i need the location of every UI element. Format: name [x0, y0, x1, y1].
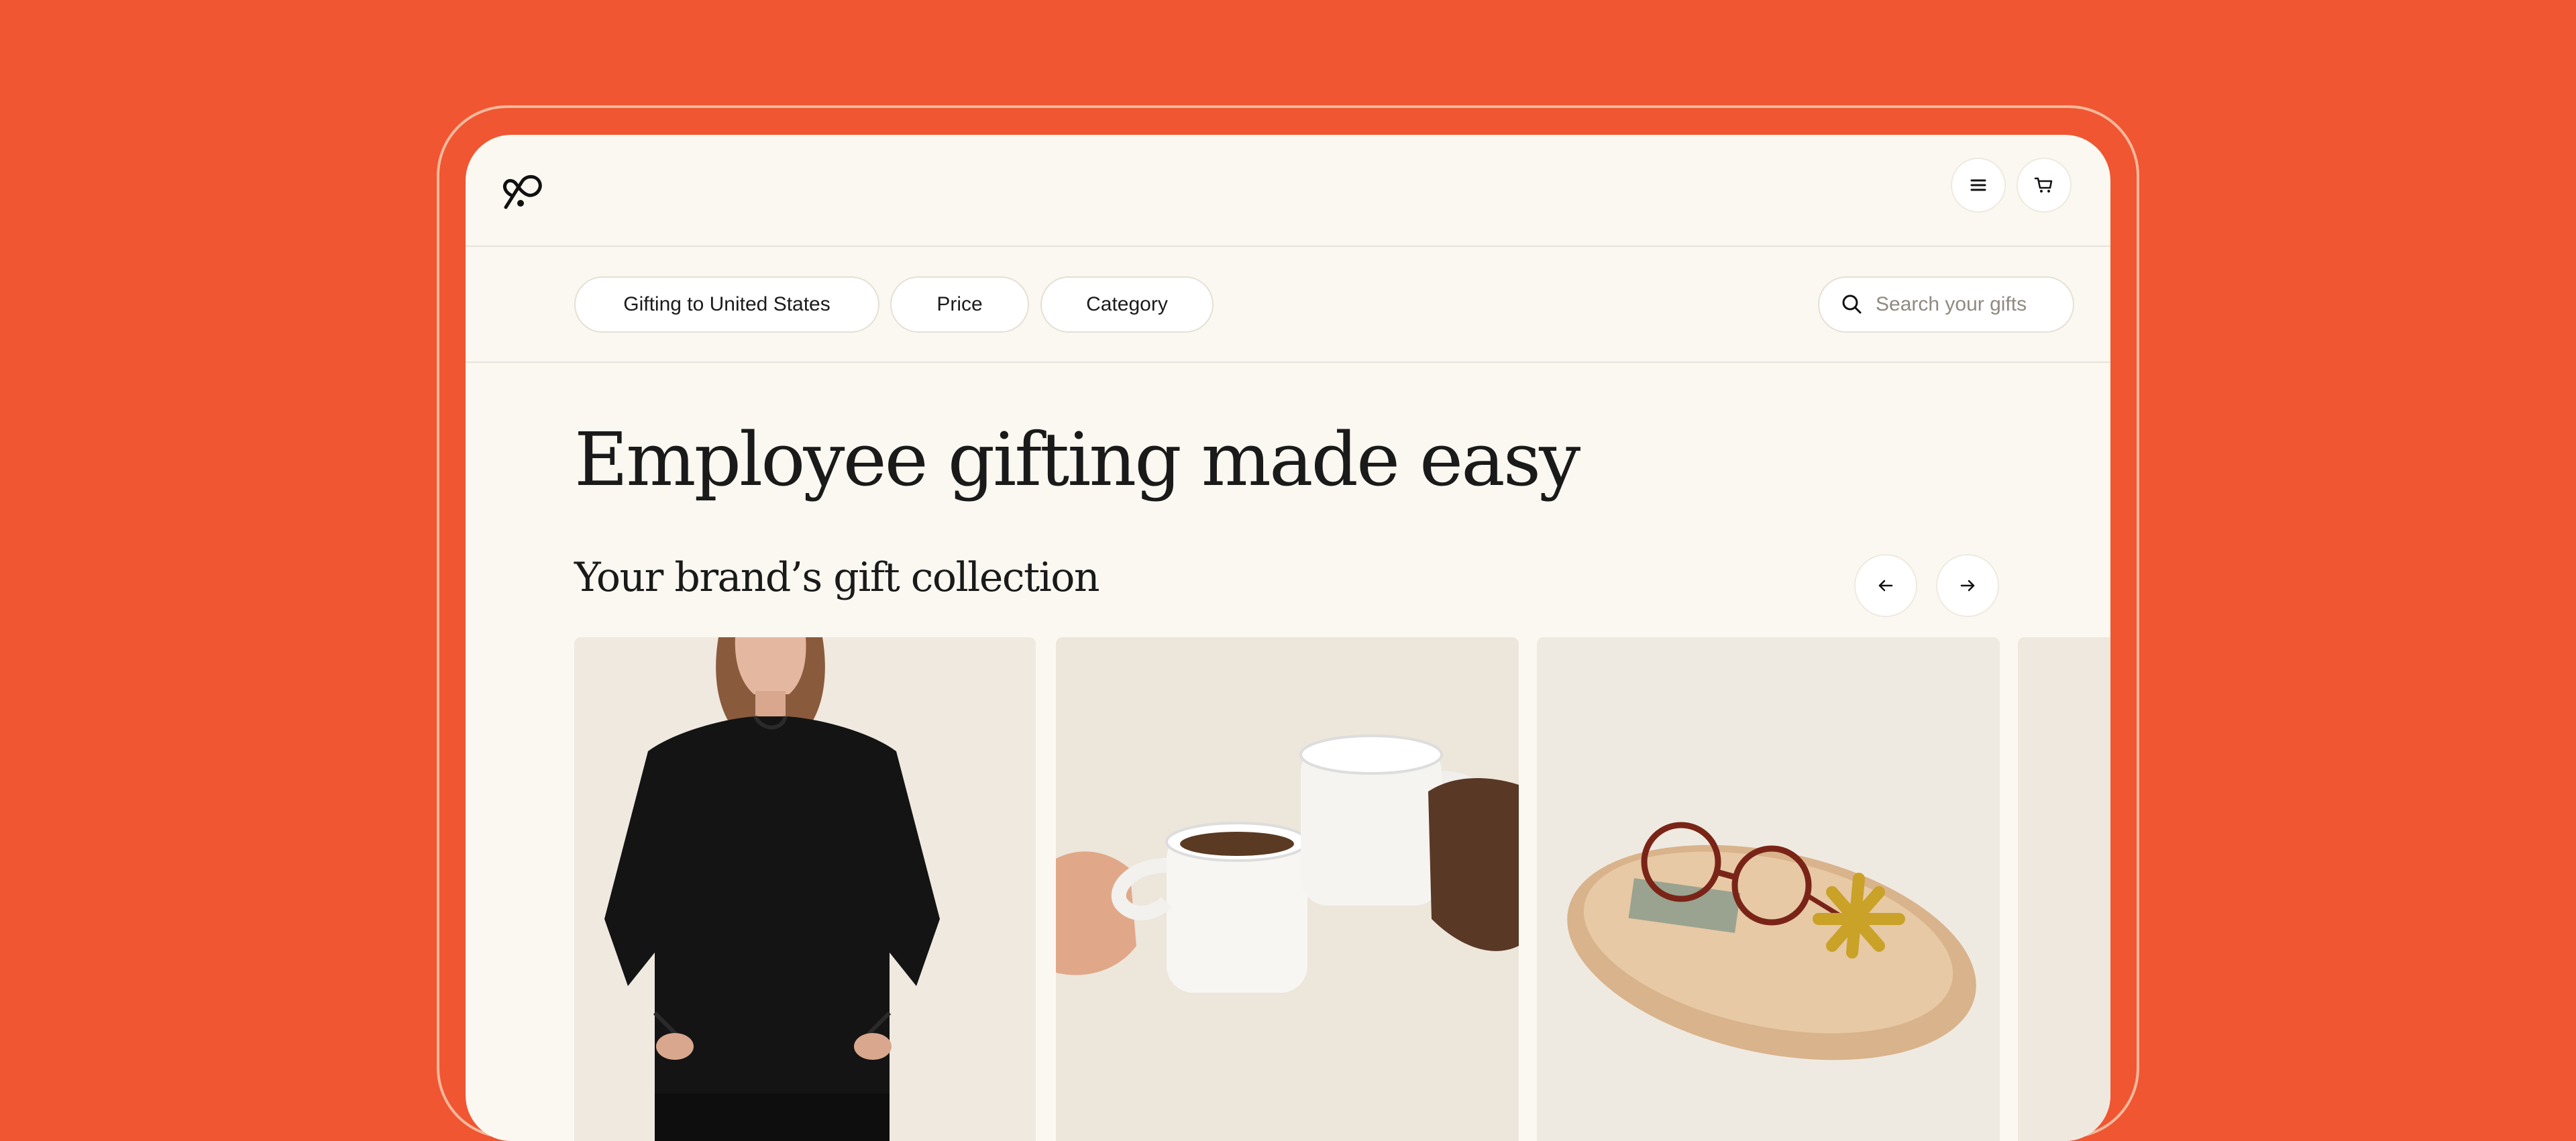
- arrow-right-icon: [1960, 580, 1975, 592]
- arrow-left-icon: [1878, 580, 1893, 592]
- country-filter-button[interactable]: Gifting to United States: [574, 276, 879, 333]
- filter-bar: Gifting to United States Price Category: [466, 247, 2110, 363]
- page-title: Employee gifting made easy: [574, 417, 1580, 502]
- product-card-tray[interactable]: [1537, 637, 2000, 1141]
- collection-title: Your brand’s gift collection: [574, 554, 1100, 601]
- price-filter-label: Price: [936, 293, 983, 315]
- search-icon: [1842, 294, 1862, 314]
- app-screen: Gifting to United States Price Category …: [466, 135, 2110, 1141]
- carousel-next-button[interactable]: [1936, 554, 1999, 617]
- hamburger-menu-icon: [1970, 179, 1986, 191]
- top-navigation-bar: [466, 135, 2110, 247]
- product-card-sweater[interactable]: [574, 637, 1036, 1141]
- search-input[interactable]: [1874, 292, 2065, 317]
- partial-product-photo: [2018, 637, 2110, 1141]
- cart-button[interactable]: [2017, 158, 2072, 213]
- menu-button[interactable]: [1951, 158, 2006, 213]
- search-box[interactable]: [1818, 276, 2074, 333]
- product-card-mugs[interactable]: [1056, 637, 1519, 1141]
- shopping-cart-icon: [2034, 177, 2053, 193]
- price-filter-button[interactable]: Price: [890, 276, 1029, 333]
- product-card-partial[interactable]: [2018, 637, 2110, 1141]
- category-filter-button[interactable]: Category: [1040, 276, 1214, 333]
- white-mugs-photo: [1056, 637, 1519, 1141]
- black-sweater-photo: [574, 637, 1036, 1141]
- category-filter-label: Category: [1086, 293, 1168, 315]
- country-filter-label: Gifting to United States: [623, 293, 830, 315]
- wooden-tray-photo: [1537, 637, 2000, 1141]
- carousel-prev-button[interactable]: [1854, 554, 1917, 617]
- brand-logo-icon[interactable]: [499, 168, 546, 215]
